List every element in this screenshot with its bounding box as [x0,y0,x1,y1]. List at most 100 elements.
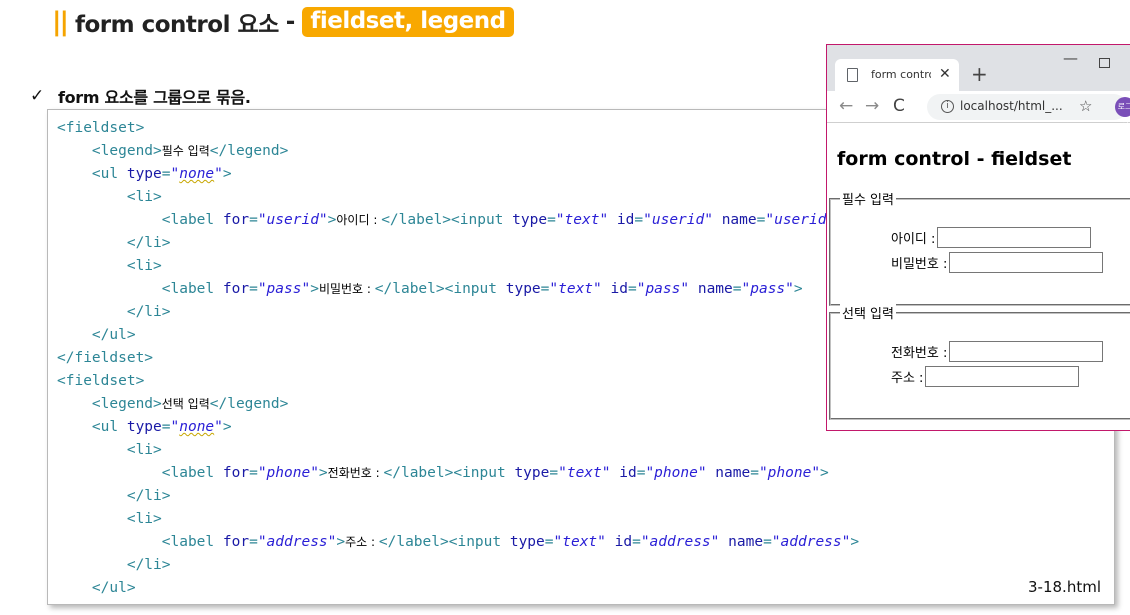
legend-required: 필수 입력 [840,189,896,208]
close-tab-icon[interactable]: ✕ [939,66,951,82]
code-token: > [820,465,829,481]
code-token: 선택 입력 [161,397,210,411]
code-token: 주소 : [345,535,379,549]
code-token: = [249,465,258,481]
code-token: = [549,465,559,481]
phone-input[interactable] [949,340,1104,362]
code-token: </ul> [57,580,136,596]
code-token: = [750,465,759,481]
title-prefix: form control 요소 [75,12,279,38]
code-token: "address" [257,534,337,550]
code-token: <li> [57,511,162,527]
back-arrow-icon[interactable]: ← [839,96,853,116]
legend-optional: 선택 입력 [840,303,896,322]
code-token: > [222,166,232,182]
profile-avatar[interactable]: 로그인 [1115,97,1130,131]
code-token: " [170,166,180,182]
reload-icon[interactable]: C [893,96,905,116]
code-token: name [715,465,751,481]
code-token: </ul> [57,327,136,343]
code-token: " [214,166,223,182]
code-token: > [310,281,319,297]
bookmark-star-icon[interactable]: ☆ [1079,97,1092,115]
code-token: </legend> [209,396,289,412]
tab-title: form control - fieldset [871,68,931,81]
code-token: = [627,281,637,297]
code-token: type [512,212,548,228]
code-token: id [619,465,637,481]
browser-tab[interactable]: form control - fieldset ✕ [835,59,959,91]
code-line: <fieldset> [57,117,144,140]
code-line: <li> [57,255,162,278]
code-token: type [505,281,541,297]
page-heading: form control - fieldset [837,148,1072,170]
code-line: </li> [57,485,171,508]
address-row: 주소 : [891,365,1080,387]
code-token: id [614,534,633,550]
code-token: for [222,534,250,550]
fieldset-required: 필수 입력 아이디 : 비밀번호 : [829,189,1130,306]
code-token: "address" [640,534,720,550]
new-tab-button[interactable]: + [971,62,988,86]
title-separator: - [285,9,296,35]
address-input[interactable] [925,365,1080,387]
code-line: </fieldset> [57,347,153,370]
bullet-text: form 요소를 그룹으로 묶음. [57,88,251,107]
info-icon[interactable]: i [941,100,954,113]
code-token: "text" [555,212,609,228]
code-token: "userid" [257,212,328,228]
code-token: > [222,419,232,435]
code-token: = [634,212,644,228]
code-token: for [222,212,250,228]
code-token: <label [57,534,223,550]
slide-title: || form control 요소 - fieldset, legend [52,2,514,42]
userid-input[interactable] [937,226,1092,248]
address-bar[interactable]: i localhost/html_... ☆ 로그인 [927,94,1130,131]
code-token: = [161,166,171,182]
code-token: </fieldset> [57,603,153,604]
code-token: 필수 입력 [161,144,210,158]
code-token: <fieldset> [57,373,145,389]
code-token: <label [57,465,223,481]
code-token: = [544,534,554,550]
userid-label: 아이디 : [891,231,936,247]
code-token: <li> [57,189,162,205]
code-token: = [249,212,258,228]
code-line: <ul type="none"> [57,416,232,439]
bullet-point: ✓ form 요소를 그룹으로 묶음. [30,84,251,108]
pass-input[interactable] [949,251,1104,273]
url-text: localhost/html_... [960,99,1063,113]
code-token: none [179,419,215,435]
userid-row: 아이디 : [891,226,1092,248]
minimize-button[interactable]: — [1063,49,1078,67]
forward-arrow-icon[interactable]: → [865,96,879,116]
code-line: </ul> [57,324,136,347]
code-token: "phone" [257,465,319,481]
code-token: = [249,281,258,297]
code-line: <label for="phone">전화번호 : </label><input… [57,462,829,485]
browser-toolbar: ← → C i localhost/html_... ☆ 로그인 [827,91,1130,131]
code-token: > [336,534,346,550]
code-token: " [170,419,180,435]
code-line: <li> [57,186,162,209]
code-token: = [249,534,258,550]
code-line: </li> [57,554,171,577]
file-label: 3-18.html [1028,578,1101,596]
code-token: </legend> [209,143,289,159]
code-token: name [721,212,757,228]
code-token: <li> [57,442,162,458]
code-token: = [763,534,772,550]
code-line: <label for="userid">아이디 : </label><input… [57,209,844,232]
code-line: <legend>필수 입력</legend> [57,140,288,163]
code-line: </fieldset> [57,600,153,604]
maximize-button[interactable] [1099,58,1110,68]
code-token: "text" [558,465,611,481]
title-highlight: fieldset, legend [302,7,514,37]
code-token: "userid" [643,212,713,228]
code-token: " [214,419,223,435]
tab-strip: form control - fieldset ✕ + — [827,45,1130,91]
